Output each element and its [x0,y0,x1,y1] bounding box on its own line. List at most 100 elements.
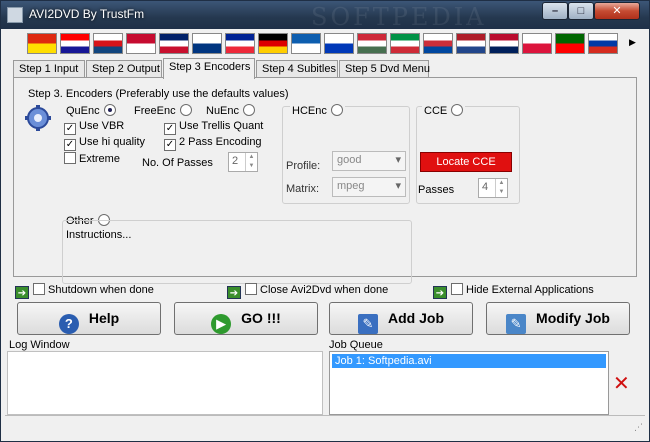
add-job-icon: ✎ [358,314,378,334]
check-icon: ✓ [64,123,76,135]
tab-step4-subtitles[interactable]: Step 4 Subitles [256,60,338,78]
watermark: SOFTPEDIA [311,3,487,31]
add-job-button[interactable]: ✎ Add Job [329,302,473,335]
matrix-select[interactable]: mpeg [332,177,406,197]
flag-israel-icon[interactable] [324,33,354,54]
use-hi-quality-checkbox[interactable]: ✓ Use hi quality [64,136,145,151]
profile-select[interactable]: good [332,151,406,171]
maximize-button[interactable]: □ [568,2,594,20]
nuenc-label: NuEnc [206,105,240,117]
quenc-label: QuEnc [66,105,100,117]
log-window-label: Log Window [9,339,70,351]
passes-value: 2 [232,155,239,167]
unchecked-box [245,283,257,295]
nuenc-radio-dot [243,104,256,116]
close-icon: ✕ [612,5,622,17]
modify-job-label: Modify Job [536,310,610,326]
flag-greece-icon[interactable] [291,33,321,54]
flag-croatia-icon[interactable] [60,33,90,54]
step-tabs: Step 1 Input Step 2 Output Step 3 Encode… [13,58,643,79]
freeenc-radio[interactable]: FreeEnc [134,104,192,117]
unchecked-box [33,283,45,295]
job-queue-item[interactable]: Job 1: Softpedia.avi [332,354,606,368]
status-bar: ⋰ [5,415,645,435]
go-button[interactable]: ▶ GO !!! [174,302,318,335]
modify-job-button[interactable]: ✎ Modify Job [486,302,630,335]
language-flags [27,31,627,57]
tab-step5-dvd-menu[interactable]: Step 5 Dvd Menu [339,60,430,78]
flags-scroll-right-icon[interactable]: ▶ [629,37,637,47]
resize-grip-icon[interactable]: ⋰ [634,422,643,433]
tab-step2-output[interactable]: Step 2 Output [86,60,162,78]
flag-germany-icon[interactable] [258,33,288,54]
instructions-text: Instructions... [66,229,132,241]
flag-uk-icon[interactable] [159,33,189,54]
cce-passes-spinner[interactable]: 4 ▲ ▼ [478,178,508,198]
hcenc-radio[interactable]: HCEnc [290,104,345,117]
delete-job-icon[interactable]: ✕ [613,371,630,396]
play-icon: ▶ [211,314,232,334]
help-button[interactable]: ? Help [17,302,161,335]
tab-step3-encoders[interactable]: Step 3 Encoders [163,58,255,79]
close-app-label: Close Avi2Dvd when done [260,284,389,296]
job-queue-list[interactable]: Job 1: Softpedia.avi [329,351,609,415]
hide-ext-label: Hide External Applications [466,284,594,296]
quenc-passes-spinner[interactable]: 2 ▲ ▼ [228,152,258,172]
spinner-arrows-icon: ▲ ▼ [495,179,507,197]
trellis-quant-checkbox[interactable]: ✓ Use Trellis Quant [164,120,263,135]
log-window[interactable] [7,351,323,415]
shutdown-option[interactable]: ➔ Shutdown when done [15,283,154,299]
nuenc-radio[interactable]: NuEnc [206,104,256,117]
flag-russia-icon[interactable] [588,33,618,54]
flag-netherlands-icon[interactable] [456,33,486,54]
check-icon: ✓ [64,139,76,151]
app-icon [7,7,23,23]
spinner-arrows-icon: ▲ ▼ [245,153,257,171]
matrix-label: Matrix: [286,183,319,195]
unchecked-box [64,152,76,164]
flag-hungary-icon[interactable] [357,33,387,54]
cce-radio[interactable]: CCE [422,104,466,117]
no-of-passes-label: No. Of Passes [142,157,213,169]
help-icon: ? [58,314,79,334]
use-vbr-label: Use VBR [79,120,125,132]
two-pass-label: 2 Pass Encoding [179,136,262,148]
hide-ext-option[interactable]: ➔ Hide External Applications [433,283,594,299]
flag-denmark-icon[interactable] [126,33,156,54]
use-vbr-checkbox[interactable]: ✓ Use VBR [64,120,124,135]
flag-portugal-icon[interactable] [555,33,585,54]
flag-norway-icon[interactable] [489,33,519,54]
cce-label: CCE [424,105,448,117]
arrow-right-icon: ➔ [15,286,29,299]
extreme-label: Extreme [79,153,120,165]
flag-czech-icon[interactable] [93,33,123,54]
flag-france-icon[interactable] [225,33,255,54]
quenc-radio-dot [103,104,116,116]
flag-finland-icon[interactable] [192,33,222,54]
use-hi-quality-label: Use hi quality [79,136,146,148]
two-pass-checkbox[interactable]: ✓ 2 Pass Encoding [164,136,262,151]
quenc-radio[interactable]: QuEnc [66,104,116,117]
minimize-icon: – [551,5,559,17]
locate-cce-button[interactable]: Locate CCE [420,152,512,172]
go-label: GO !!! [241,310,281,326]
flag-poland-icon[interactable] [522,33,552,54]
arrow-right-icon: ➔ [227,286,241,299]
hcenc-radio-dot [330,104,343,116]
flag-italy-icon[interactable] [390,33,420,54]
cce-passes-label: Passes [418,184,455,196]
close-button[interactable]: ✕ [594,2,640,20]
window-title: AVI2DVD By TrustFm [29,7,145,21]
tab-step1-input[interactable]: Step 1 Input [13,60,85,78]
close-app-option[interactable]: ➔ Close Avi2Dvd when done [227,283,388,299]
minimize-button[interactable]: – [542,2,568,20]
flag-china-icon[interactable] [27,33,57,54]
flag-korea-icon[interactable] [423,33,453,54]
unchecked-box [451,283,463,295]
gear-icon [24,104,52,132]
encoders-panel: Step 3. Encoders (Preferably use the def… [13,77,637,284]
arrow-right-icon: ➔ [433,286,447,299]
extreme-checkbox[interactable]: Extreme [64,152,120,165]
title-bar[interactable]: AVI2DVD By TrustFm SOFTPEDIA – □ ✕ [1,1,649,31]
cce-passes-value: 4 [482,181,489,193]
